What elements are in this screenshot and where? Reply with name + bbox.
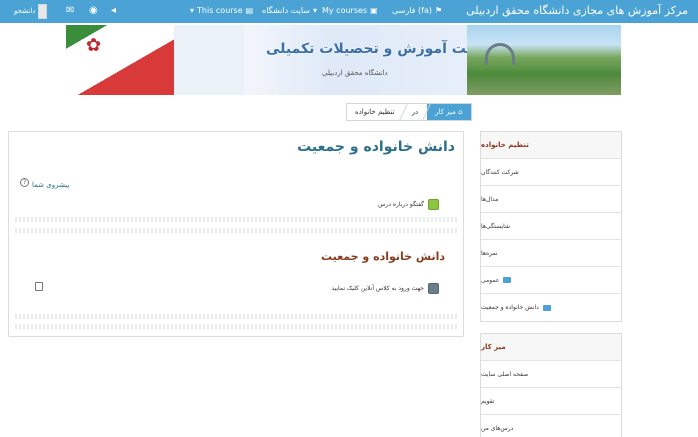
university-site-menu[interactable]: سایت دانشگاه ▾ bbox=[262, 6, 317, 15]
nav-item-label: عمومی bbox=[481, 276, 500, 284]
banner-title-area: معاونت آموزش و تحصیلات تکمیلی دانشگاه مح… bbox=[244, 25, 502, 95]
my-courses-label: My courses bbox=[322, 6, 368, 15]
nav-item-label: دانش خانواده و جمعیت bbox=[481, 304, 539, 311]
forum-activity[interactable]: گفتگو درباره درس bbox=[378, 199, 439, 210]
user-menu[interactable]: دانشجو bbox=[14, 3, 48, 19]
chevron-down-icon: ▾ bbox=[190, 6, 195, 15]
university-site-label: سایت دانشگاه bbox=[262, 6, 310, 15]
banner-subtitle: دانشگاه محقق اردبیلی bbox=[322, 69, 388, 77]
online-class-label: جهت ورود به کلاس آنلاین کلیک نمایید bbox=[331, 285, 424, 292]
nav-item-my-courses[interactable]: درس‌های من bbox=[481, 415, 621, 437]
nav-item-competencies[interactable]: شایستگی‌ها bbox=[481, 213, 621, 240]
nav-item-participants[interactable]: شرکت کنندگان bbox=[481, 159, 621, 186]
course-navigation-block: تنظیم خانواده شرکت کنندگان مدال‌ها شایست… bbox=[480, 131, 622, 322]
language-label: فارسی (fa) bbox=[392, 6, 433, 15]
avatar bbox=[38, 3, 48, 19]
nav-item-badges[interactable]: مدال‌ها bbox=[481, 186, 621, 213]
briefcase-icon: ▣ bbox=[370, 6, 378, 15]
folder-icon bbox=[542, 304, 551, 311]
book-icon: ▤ bbox=[245, 6, 254, 15]
nav-item-calendar[interactable]: تقویم bbox=[481, 388, 621, 415]
flag-icon: ⚑ bbox=[435, 6, 443, 15]
campus-photo bbox=[467, 25, 621, 95]
breadcrumb-home[interactable]: ⌂ میز کار bbox=[427, 104, 471, 120]
section-divider bbox=[15, 314, 458, 319]
breadcrumb-home-label: میز کار bbox=[435, 108, 456, 116]
arch-shape bbox=[485, 43, 515, 65]
chevron-down-icon[interactable]: ◂ bbox=[111, 5, 116, 16]
nav-item-site-home[interactable]: صفحه اصلی سایت bbox=[481, 361, 621, 388]
nav-block-header[interactable]: تنظیم خانواده bbox=[481, 132, 621, 159]
site-title[interactable]: مرکز آموزش های مجازی دانشگاه محقق اردبیل… bbox=[466, 4, 688, 17]
section-divider bbox=[15, 217, 458, 222]
language-menu[interactable]: فارسی (fa) ⚑ bbox=[392, 6, 442, 15]
course-title: دانش خانواده و جمعیت bbox=[297, 139, 455, 155]
online-class-icon bbox=[428, 283, 439, 294]
help-icon[interactable]: ? bbox=[20, 178, 29, 187]
course-content-panel: دانش خانواده و جمعیت ? پیشروی شما گفتگو … bbox=[8, 131, 464, 337]
globe-icon[interactable]: ◉ bbox=[89, 5, 98, 16]
header-banner: ✿ معاونت آموزش و تحصیلات تکمیلی دانشگاه … bbox=[66, 25, 621, 95]
envelope-icon[interactable]: ✉ bbox=[66, 5, 74, 16]
nav-item-general[interactable]: عمومی bbox=[481, 267, 621, 294]
top-navbar: مرکز آموزش های مجازی دانشگاه محقق اردبیل… bbox=[0, 0, 698, 23]
iran-flag-image: ✿ bbox=[66, 25, 174, 95]
section-divider bbox=[15, 324, 458, 329]
forum-activity-label: گفتگو درباره درس bbox=[378, 201, 424, 208]
online-class-activity[interactable]: جهت ورود به کلاس آنلاین کلیک نمایید bbox=[331, 283, 439, 294]
completion-checkbox[interactable] bbox=[35, 282, 43, 291]
progress-link[interactable]: پیشروی شما bbox=[32, 181, 69, 189]
this-course-label: This course bbox=[197, 6, 243, 15]
nav-item-dashboard[interactable]: میز کار bbox=[481, 334, 621, 361]
chevron-down-icon: ▾ bbox=[312, 6, 317, 15]
folder-icon bbox=[503, 277, 512, 283]
user-label: دانشجو bbox=[14, 7, 36, 15]
emblem-icon: ✿ bbox=[86, 35, 102, 56]
section-divider bbox=[15, 228, 458, 233]
breadcrumb-current[interactable]: تنظیم خانواده bbox=[347, 104, 403, 120]
section-title: دانش خانواده و جمعیت bbox=[320, 250, 445, 263]
this-course-menu[interactable]: ▾ This course ▤ bbox=[190, 6, 253, 15]
site-navigation-block: میز کار صفحه اصلی سایت تقویم درس‌های من bbox=[480, 333, 622, 437]
breadcrumb: ⌂ میز کار در تنظیم خانواده bbox=[346, 103, 472, 121]
home-icon: ⌂ bbox=[455, 108, 463, 116]
my-courses-menu[interactable]: My courses ▣ bbox=[322, 6, 378, 15]
nav-item-grades[interactable]: نمره‌ها bbox=[481, 240, 621, 267]
forum-icon bbox=[428, 199, 439, 210]
nav-item-topic[interactable]: دانش خانواده و جمعیت bbox=[481, 294, 621, 321]
